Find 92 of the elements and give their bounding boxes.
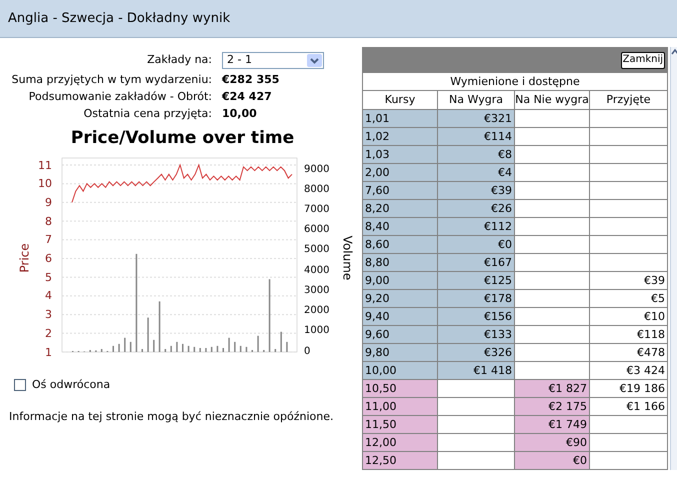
column-header: Na Nie wygra	[515, 91, 590, 110]
axis-tick: 4	[44, 290, 52, 302]
table-cell: €321	[438, 110, 515, 128]
table-cell: 9,60	[362, 326, 438, 344]
table-cell: 9,40	[362, 308, 438, 326]
table-cell: €167	[438, 254, 515, 272]
field-label: Zakłady na:	[146, 52, 213, 68]
axis-tick: 9000	[304, 164, 330, 174]
table-cell: 11,50	[362, 416, 438, 434]
axis-tick: 8000	[304, 184, 330, 195]
summary-label: Suma przyjętych w tym wydarzeniu:	[10, 72, 213, 88]
table-cell: €112	[438, 218, 515, 236]
column-header: Przyjęte	[590, 91, 668, 110]
table-cell: 9,80	[362, 344, 438, 362]
axis-label: Price	[18, 242, 31, 272]
axis-tick: 8	[44, 216, 52, 227]
notice-text: Informacje na tej stronie mogą być nieznacznie opóźnione.	[9, 409, 334, 425]
table-cell: €125	[438, 272, 515, 290]
axis-tick: 7	[44, 234, 52, 246]
column-header: Kursy	[362, 91, 438, 110]
table-cell: €326	[438, 344, 515, 362]
axis-tick: 1000	[304, 326, 330, 336]
axis-tick: 10	[37, 178, 52, 190]
axis-tick: 6	[44, 253, 52, 264]
axis-tick: 4000	[304, 266, 330, 276]
table-cell: 12,00	[362, 434, 438, 452]
axis-tick: 5	[44, 272, 52, 283]
table-cell: 1,01	[362, 110, 438, 128]
summary-value: 10,00	[222, 106, 257, 122]
checkbox-label: Oś odwrócona	[32, 376, 110, 392]
table-cell: €39	[590, 272, 668, 290]
summary-label: Ostatnia cena przyjęta:	[82, 106, 213, 122]
table-cell: €118	[590, 326, 668, 344]
table-cell: €1 749	[515, 416, 590, 434]
table-cell: €1 827	[515, 380, 590, 398]
table-cell: 11,00	[362, 398, 438, 416]
table-cell: 1,02	[362, 128, 438, 146]
axis-tick: 11	[37, 160, 52, 170]
summary-value: €24 427	[222, 89, 272, 106]
scrollbar[interactable]	[670, 47, 677, 470]
axis-tick: 5000	[304, 245, 330, 256]
table-cell: 8,20	[362, 200, 438, 218]
table-cell: €178	[438, 290, 515, 308]
scroll-up-icon[interactable]	[671, 47, 677, 57]
table-cell: €5	[590, 290, 668, 308]
axis-tick: 0	[304, 346, 310, 356]
table-cell: €0	[438, 236, 515, 254]
table-cell: 7,60	[362, 182, 438, 200]
table-cell: €4	[438, 164, 515, 182]
axis-tick: 2	[44, 328, 52, 339]
summary-label: Podsumowanie zakładów - Obrót:	[28, 89, 213, 106]
table-caption: Wymienione i dostępne	[362, 73, 668, 91]
table-cell: 8,60	[362, 236, 438, 254]
table-cell: €1 418	[438, 362, 515, 380]
window-title: Anglia - Szwecja - Dokładny wynik	[8, 10, 230, 28]
close-button[interactable]: Zamknij	[620, 52, 665, 68]
table-cell: 1,03	[362, 146, 438, 164]
table-cell: 12,50	[362, 452, 438, 470]
table-cell: 9,00	[362, 272, 438, 290]
axis-tick: 1	[44, 346, 52, 358]
table-cell: 10,50	[362, 380, 438, 398]
table-cell: €26	[438, 200, 515, 218]
table-cell: €1 166	[590, 398, 668, 416]
axis-label: Volume	[341, 235, 354, 280]
summary-value: €282 355	[222, 72, 280, 88]
table-cell: €8	[438, 146, 515, 164]
chart-title: Price/Volume over time	[70, 127, 296, 150]
table-cell: €3 424	[590, 362, 668, 380]
table-cell: €19 186	[590, 380, 668, 398]
table-cell: €90	[515, 434, 590, 452]
table-cell: €39	[438, 182, 515, 200]
table-cell: €0	[515, 452, 590, 470]
table-cell: 8,40	[362, 218, 438, 236]
table-cell: 9,20	[362, 290, 438, 308]
column-header: Na Wygra	[438, 91, 515, 110]
axis-tick: 9	[44, 196, 52, 208]
table-cell: 2,00	[362, 164, 438, 182]
axis-tick: 7000	[304, 204, 330, 215]
axis-tick: 3000	[304, 286, 330, 296]
table-cell: €2 175	[515, 398, 590, 416]
bet-dropdown[interactable]: 2 - 1	[222, 52, 324, 68]
table-cell: 8,80	[362, 254, 438, 272]
table-cell: 10,00	[362, 362, 438, 380]
axis-tick: 6000	[304, 225, 330, 236]
table-cell: €156	[438, 308, 515, 326]
table-cell: €133	[438, 326, 515, 344]
axis-tick: 2000	[304, 306, 330, 316]
table-cell: €478	[590, 344, 668, 362]
checkbox[interactable]	[14, 378, 26, 391]
table-cell: €114	[438, 128, 515, 146]
axis-tick: 3	[44, 309, 52, 320]
table-cell: €10	[590, 308, 668, 326]
